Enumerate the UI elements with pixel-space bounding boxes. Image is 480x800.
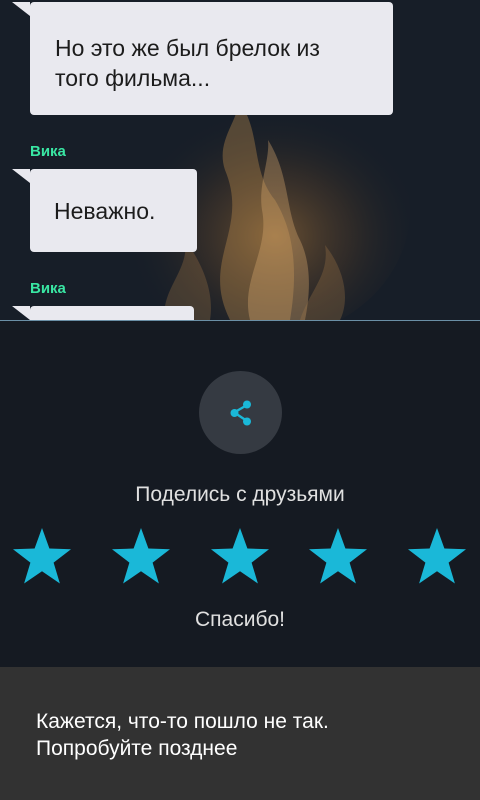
share-button[interactable]	[199, 371, 282, 454]
star-icon[interactable]	[305, 525, 371, 591]
star-icon[interactable]	[404, 525, 470, 591]
star-icon[interactable]	[207, 525, 273, 591]
star-icon[interactable]	[9, 525, 75, 591]
share-label: Поделись с друзьями	[135, 483, 345, 506]
thanks-label: Спасибо!	[195, 608, 285, 631]
divider	[0, 320, 480, 321]
error-snackbar: Кажется, что-то пошло не так. Попробуйте…	[0, 667, 480, 800]
star-icon[interactable]	[108, 525, 174, 591]
message-bubble: Неважно.	[12, 169, 197, 252]
chat-area[interactable]: Но это же был брелок из того фильма... В…	[0, 0, 480, 321]
message-bubble	[12, 306, 194, 321]
screen: Но это же был брелок из того фильма... В…	[0, 0, 480, 800]
share-icon	[230, 400, 251, 425]
sender-name: Вика	[30, 143, 66, 160]
message-text-line: Но это же был брелок из	[55, 35, 320, 61]
message-text: Неважно.	[54, 198, 156, 224]
message-text-line: того фильма...	[55, 65, 211, 91]
rating-stars	[0, 525, 480, 591]
snackbar-text-line: Кажется, что-то пошло не так.	[36, 710, 329, 733]
message-bubble: Но это же был брелок из того фильма...	[12, 2, 393, 115]
sender-name: Вика	[30, 280, 66, 297]
snackbar-text-line: Попробуйте позднее	[36, 737, 238, 760]
